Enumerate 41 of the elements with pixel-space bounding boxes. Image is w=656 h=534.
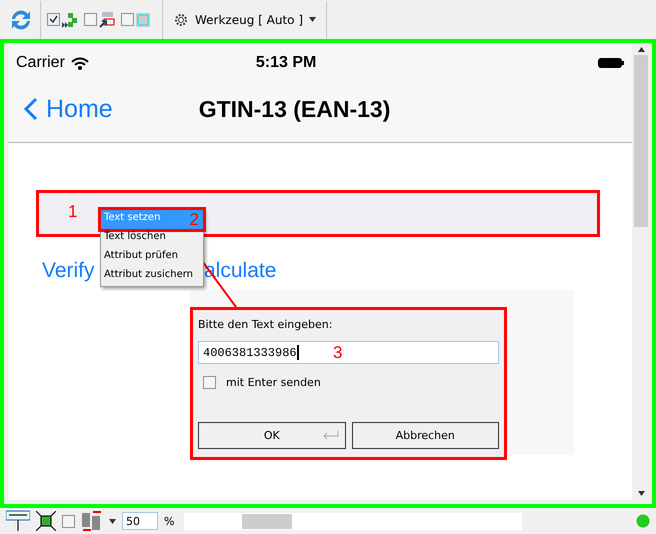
square-icon bbox=[136, 12, 150, 26]
checkbox[interactable] bbox=[84, 13, 97, 26]
back-button[interactable]: Home bbox=[24, 94, 113, 124]
caret-icon[interactable] bbox=[109, 518, 116, 524]
enter-key-icon bbox=[320, 431, 338, 441]
battery-icon bbox=[598, 58, 624, 68]
menu-item[interactable]: Attribut zusichern bbox=[101, 267, 203, 286]
scroll-up-icon[interactable] bbox=[638, 46, 644, 52]
checkbox[interactable] bbox=[203, 376, 216, 389]
frame-icon bbox=[99, 12, 115, 28]
cancel-button[interactable]: Abbrechen bbox=[352, 422, 499, 449]
rotate-device-icon[interactable] bbox=[81, 510, 103, 532]
menu-item[interactable]: Attribut prüfen bbox=[101, 248, 203, 267]
marker-label: 2 bbox=[190, 210, 199, 230]
ok-button[interactable]: OK bbox=[198, 422, 346, 449]
zoom-slider[interactable] bbox=[184, 512, 522, 530]
slider-thumb[interactable] bbox=[242, 514, 292, 528]
caret-icon bbox=[309, 17, 316, 22]
tool-menu-button[interactable]: Werkzeug [ Auto ] bbox=[169, 12, 320, 28]
carrier-label: Carrier bbox=[16, 54, 65, 72]
checkbox-label: mit Enter senden bbox=[226, 376, 321, 389]
blocks-icon bbox=[62, 12, 78, 28]
input-field[interactable]: 4006381333986 3 bbox=[198, 341, 499, 364]
checkbox[interactable] bbox=[121, 13, 134, 26]
gear-icon bbox=[173, 12, 189, 28]
marker-label: 1 bbox=[68, 202, 78, 222]
fit-width-icon[interactable] bbox=[6, 510, 30, 532]
zoom-unit: % bbox=[164, 514, 174, 528]
fit-screen-icon[interactable] bbox=[36, 511, 56, 531]
prompt-label: Bitte den Text eingeben: bbox=[198, 318, 334, 331]
marker-label: 3 bbox=[333, 343, 342, 363]
wifi-icon bbox=[70, 56, 89, 70]
time-label: 5:13 PM bbox=[256, 54, 316, 72]
menu-item[interactable]: Text löschen bbox=[101, 229, 203, 248]
checkbox[interactable] bbox=[62, 514, 75, 528]
zoom-field[interactable]: 50 bbox=[122, 512, 158, 530]
status-indicator-icon bbox=[636, 514, 650, 528]
chevron-icon bbox=[24, 97, 38, 121]
checkbox[interactable] bbox=[47, 13, 60, 26]
screen-title: GTIN-13 (EAN-13) bbox=[198, 96, 390, 122]
scroll-down-icon[interactable] bbox=[638, 490, 644, 496]
